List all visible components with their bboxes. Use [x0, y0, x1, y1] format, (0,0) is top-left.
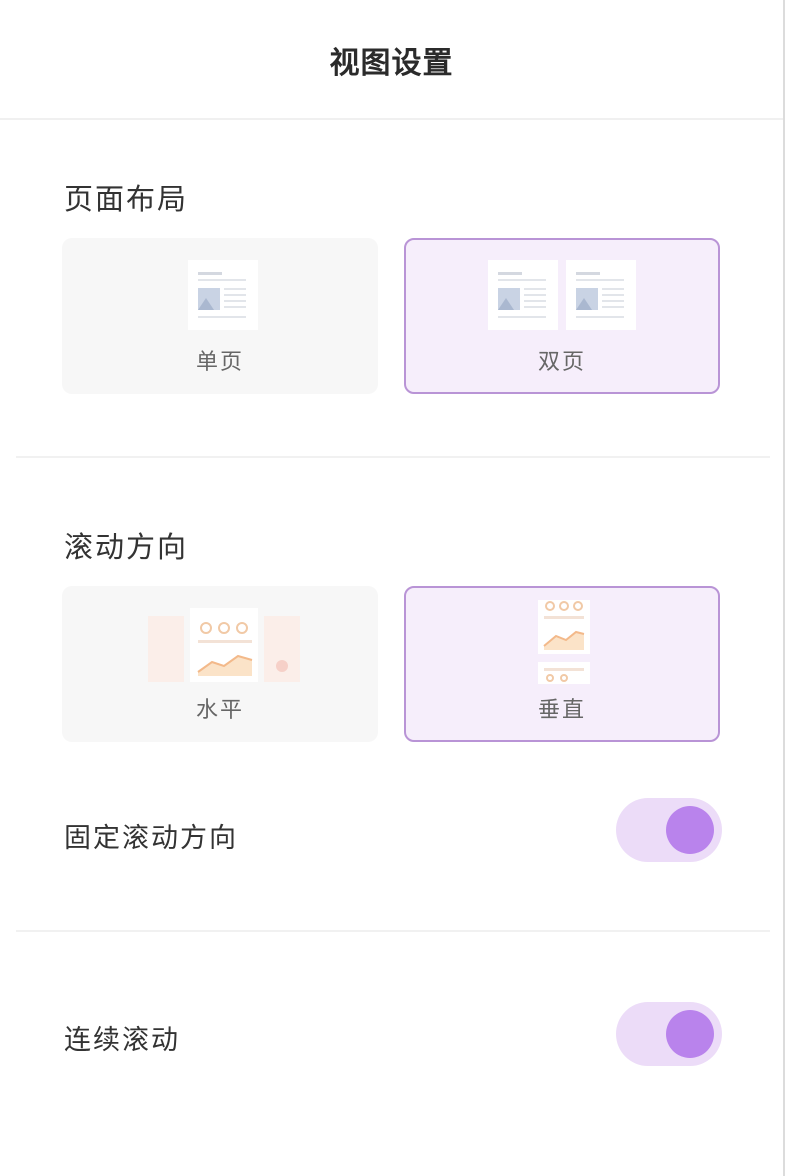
- scroll-direction-title: 滚动方向: [64, 530, 189, 564]
- scroll-option-vertical[interactable]: 垂直: [404, 586, 720, 742]
- single-page-label: 单页: [195, 350, 244, 375]
- double-page-icon: [406, 258, 718, 334]
- scroll-option-horizontal[interactable]: 水平: [62, 586, 378, 742]
- toggle-knob: [666, 806, 714, 854]
- panel-header: 视图设置: [0, 0, 783, 120]
- vertical-scroll-icon: [406, 600, 718, 684]
- continuous-scroll-toggle[interactable]: [616, 1002, 722, 1066]
- section-divider: [16, 930, 770, 932]
- page-layout-title: 页面布局: [64, 182, 189, 216]
- continuous-scroll-label: 连续滚动: [64, 1025, 180, 1056]
- fixed-scroll-label: 固定滚动方向: [64, 823, 238, 854]
- fixed-scroll-toggle[interactable]: [616, 798, 722, 862]
- section-divider: [16, 456, 770, 458]
- layout-option-double-page[interactable]: 双页: [404, 238, 720, 394]
- vertical-label: 垂直: [537, 698, 586, 723]
- page-title: 视图设置: [329, 46, 454, 81]
- layout-option-single-page[interactable]: 单页: [62, 238, 378, 394]
- view-settings-panel: 视图设置 页面布局 单页 双页 滚动方向 水平 垂直 固定滚动方向 连续滚动: [0, 0, 785, 1176]
- horizontal-scroll-icon: [64, 606, 376, 682]
- double-page-label: 双页: [537, 350, 586, 375]
- toggle-knob: [666, 1010, 714, 1058]
- horizontal-label: 水平: [195, 698, 244, 723]
- single-page-icon: [64, 258, 376, 334]
